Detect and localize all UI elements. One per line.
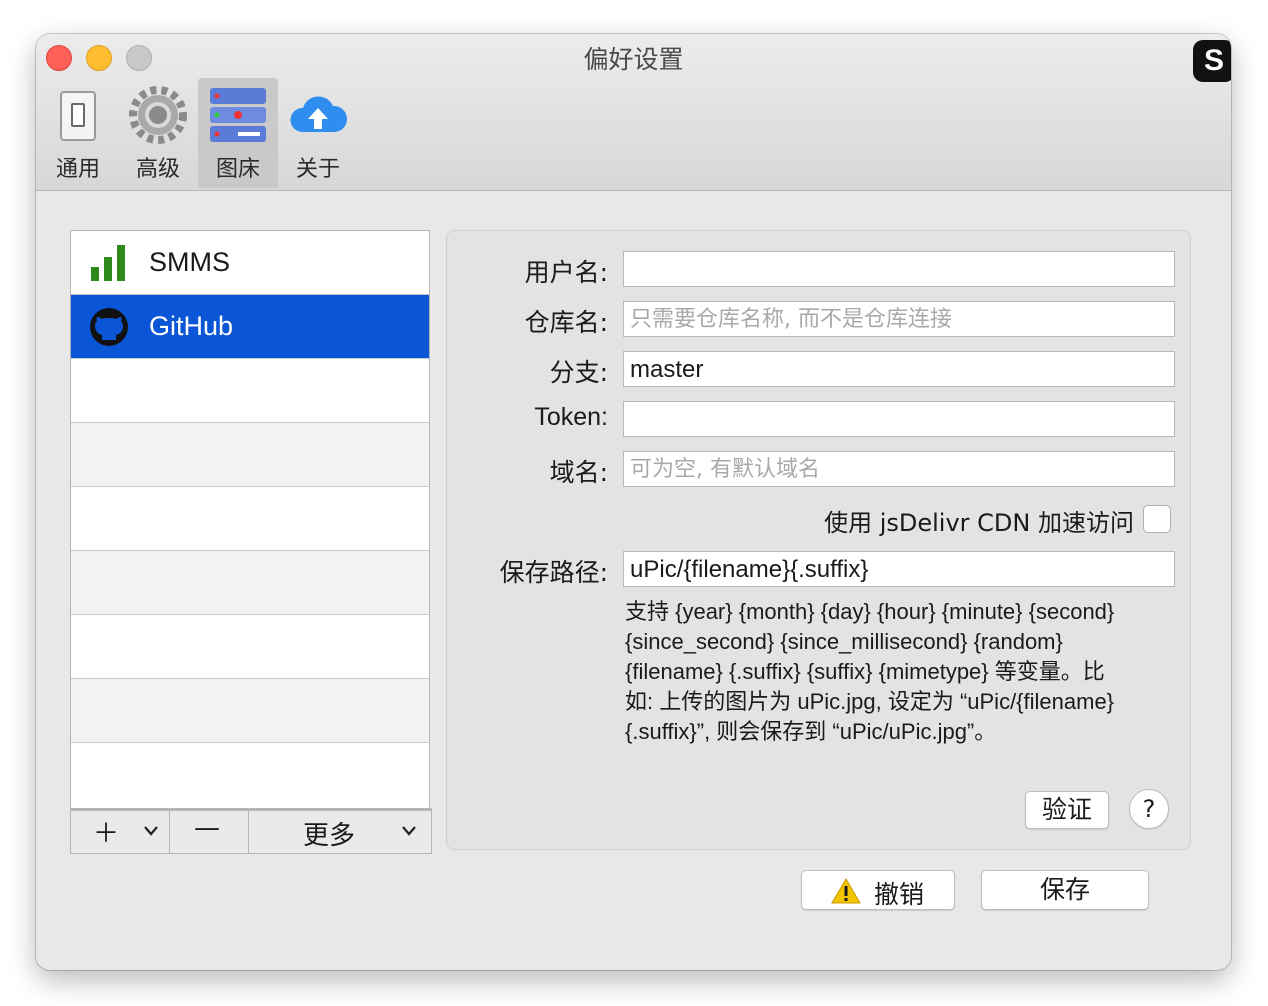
more-button[interactable]: 更多	[249, 811, 430, 853]
github-settings-panel: 用户名: 仓库名: 只需要仓库名称, 而不是仓库连接 分支: master To…	[446, 230, 1191, 850]
github-icon	[90, 308, 128, 346]
host-label: GitHub	[149, 311, 234, 341]
warning-icon	[831, 878, 861, 904]
branch-field[interactable]: master	[623, 351, 1175, 387]
save-button[interactable]: 保存	[981, 870, 1149, 910]
path-help-text: 支持 {year} {month} {day} {hour} {minute} …	[625, 597, 1165, 747]
username-field[interactable]	[623, 251, 1175, 287]
preferences-window: 偏好设置 S 通用 高级 图床 关于 SMMS GitHub ＋ — 更多 用户…	[36, 34, 1231, 970]
more-button-label: 更多	[303, 821, 356, 851]
help-line: {.suffix}”, 则会保存到 “uPic/uPic.jpg”。	[625, 719, 997, 744]
cdn-checkbox[interactable]	[1143, 505, 1171, 533]
add-button-label: ＋	[93, 819, 120, 849]
signal-bars-icon	[91, 245, 125, 281]
domain-field[interactable]: 可为空, 有默认域名	[623, 451, 1175, 487]
tab-advanced[interactable]: 高级	[118, 78, 198, 188]
tab-label: 关于	[295, 157, 340, 182]
help-button[interactable]: ?	[1129, 789, 1169, 829]
chevron-down-icon	[144, 826, 158, 836]
repo-field[interactable]: 只需要仓库名称, 而不是仓库连接	[623, 301, 1175, 337]
list-item	[71, 487, 429, 551]
token-label: Token:	[534, 403, 608, 431]
tab-image-hosts[interactable]: 图床	[198, 78, 278, 188]
title-bar: 偏好设置 S 通用 高级 图床 关于	[36, 34, 1231, 191]
tab-general[interactable]: 通用	[38, 78, 118, 188]
tab-about[interactable]: 关于	[278, 78, 358, 188]
revert-label: 撤销	[874, 880, 925, 909]
switch-icon	[60, 91, 96, 141]
save-path-field[interactable]: uPic/{filename}{.suffix}	[623, 551, 1175, 587]
chevron-down-icon	[402, 826, 416, 836]
gear-icon	[129, 86, 187, 144]
list-item	[71, 743, 429, 806]
add-host-button[interactable]: ＋	[71, 811, 170, 853]
app-logo-icon: S	[1193, 40, 1231, 82]
list-item	[71, 551, 429, 615]
token-field[interactable]	[623, 401, 1175, 437]
branch-label: 分支:	[549, 358, 608, 387]
help-line: {filename} {.suffix} {suffix} {mimetype}…	[625, 659, 1105, 684]
list-item	[71, 423, 429, 487]
host-list-toolbar: ＋ — 更多	[70, 808, 432, 854]
save-path-label: 保存路径:	[499, 558, 608, 587]
window-title: 偏好设置	[583, 45, 684, 74]
server-rack-icon	[210, 88, 266, 142]
host-label: SMMS	[149, 247, 230, 277]
host-list: SMMS GitHub	[70, 230, 430, 810]
cdn-checkbox-label: 使用 jsDelivr CDN 加速访问	[824, 509, 1134, 537]
tab-label: 高级	[135, 157, 180, 182]
host-list-item-smms[interactable]: SMMS	[71, 231, 429, 295]
help-line: 支持 {year} {month} {day} {hour} {minute} …	[625, 599, 1115, 624]
remove-host-button[interactable]: —	[170, 811, 249, 853]
tab-label: 图床	[215, 157, 260, 182]
verify-button[interactable]: 验证	[1025, 791, 1109, 829]
tab-label: 通用	[55, 157, 100, 182]
remove-button-label: —	[194, 813, 220, 843]
list-item	[71, 615, 429, 679]
help-line: 如: 上传的图片为 uPic.jpg, 设定为 “uPic/{filename}	[625, 689, 1115, 714]
username-label: 用户名:	[524, 258, 608, 287]
cloud-upload-icon	[290, 96, 348, 132]
domain-label: 域名:	[549, 458, 608, 487]
list-item	[71, 679, 429, 743]
revert-button[interactable]: 撤销	[801, 870, 955, 910]
list-item	[71, 359, 429, 423]
host-list-item-github[interactable]: GitHub	[71, 295, 429, 359]
help-line: {since_second} {since_millisecond} {rand…	[625, 629, 1063, 654]
repo-label: 仓库名:	[524, 308, 608, 337]
